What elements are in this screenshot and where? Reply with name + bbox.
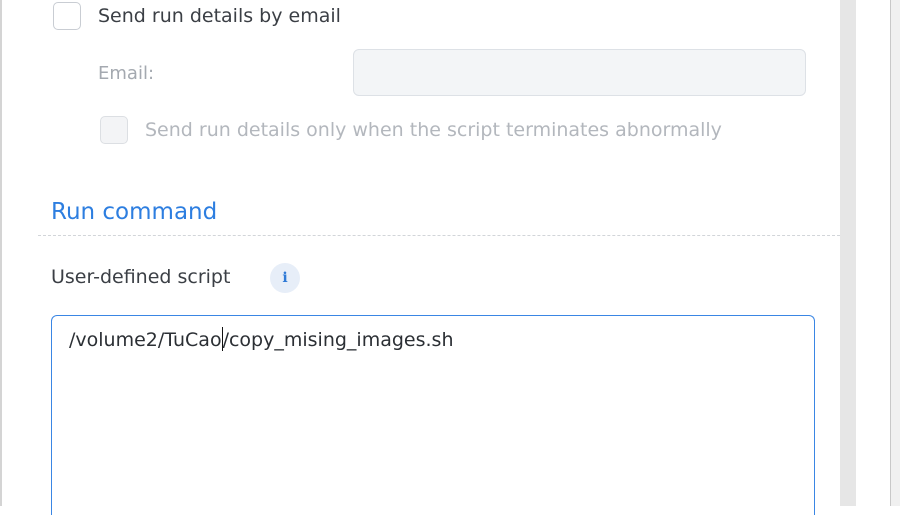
panel-scrollbar-track[interactable] [840, 0, 856, 506]
send-email-checkbox[interactable] [53, 2, 81, 30]
abnormal-only-checkbox[interactable] [100, 116, 128, 144]
send-email-label: Send run details by email [98, 5, 341, 27]
script-content: /volume2/TuCao/copy_mising_images.sh [69, 327, 797, 353]
user-defined-script-label: User-defined script [51, 266, 231, 288]
section-divider [38, 235, 860, 236]
email-input[interactable] [353, 49, 806, 96]
email-field-label: Email: [98, 63, 155, 84]
script-text-before-caret: /volume2/TuCao [69, 329, 222, 351]
run-command-section-title: Run command [51, 199, 218, 225]
script-text-after-caret: /copy_mising_images.sh [222, 329, 454, 351]
background-edge [891, 0, 900, 506]
abnormal-only-label: Send run details only when the script te… [145, 119, 722, 141]
info-icon[interactable]: i [270, 263, 300, 293]
task-settings-panel: Send run details by email Email: Send ru… [2, 0, 860, 515]
window-gutter [856, 0, 892, 506]
info-icon-glyph: i [282, 270, 288, 286]
script-textarea[interactable]: /volume2/TuCao/copy_mising_images.sh [51, 315, 815, 515]
